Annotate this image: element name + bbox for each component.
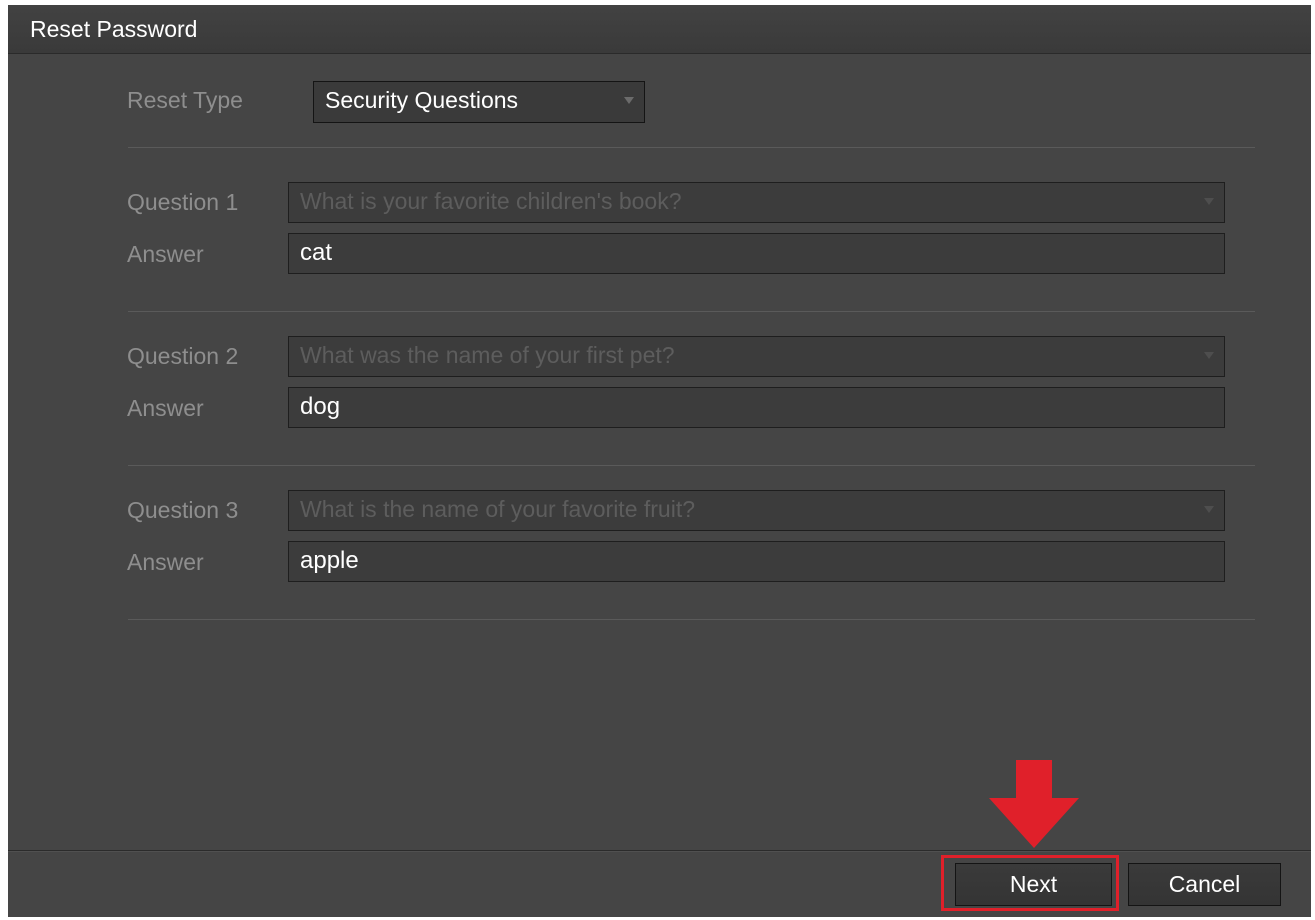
answer-1-label: Answer — [127, 241, 204, 267]
answer-2-label: Answer — [127, 395, 204, 421]
question-2-select[interactable]: What was the name of your first pet? — [288, 336, 1225, 377]
reset-password-dialog: Reset Password Reset Type Security Quest… — [8, 5, 1311, 917]
question-2-label: Question 2 — [127, 343, 239, 369]
question-1-value: What is your favorite children's book? — [300, 188, 682, 214]
dialog-title: Reset Password — [30, 16, 198, 42]
answer-1-input[interactable]: cat — [288, 233, 1225, 274]
chevron-down-icon — [1204, 506, 1214, 513]
question-2-value: What was the name of your first pet? — [300, 342, 675, 368]
answer-3-label: Answer — [127, 549, 204, 575]
reset-type-value: Security Questions — [325, 87, 519, 113]
answer-1-value: cat — [300, 239, 333, 266]
footer-divider-highlight — [8, 851, 1311, 852]
question-1-label: Question 1 — [127, 189, 239, 215]
answer-2-input[interactable]: dog — [288, 387, 1225, 428]
cancel-button[interactable]: Cancel — [1128, 863, 1281, 906]
chevron-down-icon — [1204, 352, 1214, 359]
chevron-down-icon — [624, 97, 634, 104]
title-bar: Reset Password — [8, 5, 1311, 54]
question-3-value: What is the name of your favorite fruit? — [300, 496, 696, 522]
divider — [128, 147, 1255, 148]
answer-2-value: dog — [300, 393, 341, 420]
reset-type-label: Reset Type — [127, 87, 243, 113]
question-1-select[interactable]: What is your favorite children's book? — [288, 182, 1225, 223]
answer-3-input[interactable]: apple — [288, 541, 1225, 582]
divider — [128, 311, 1255, 312]
arrow-down-icon — [989, 760, 1079, 848]
divider — [128, 465, 1255, 466]
question-3-label: Question 3 — [127, 497, 239, 523]
answer-3-value: apple — [300, 547, 359, 574]
question-3-select[interactable]: What is the name of your favorite fruit? — [288, 490, 1225, 531]
chevron-down-icon — [1204, 198, 1214, 205]
divider — [128, 619, 1255, 620]
next-button-highlight — [941, 855, 1119, 911]
reset-type-select[interactable]: Security Questions — [313, 81, 645, 123]
